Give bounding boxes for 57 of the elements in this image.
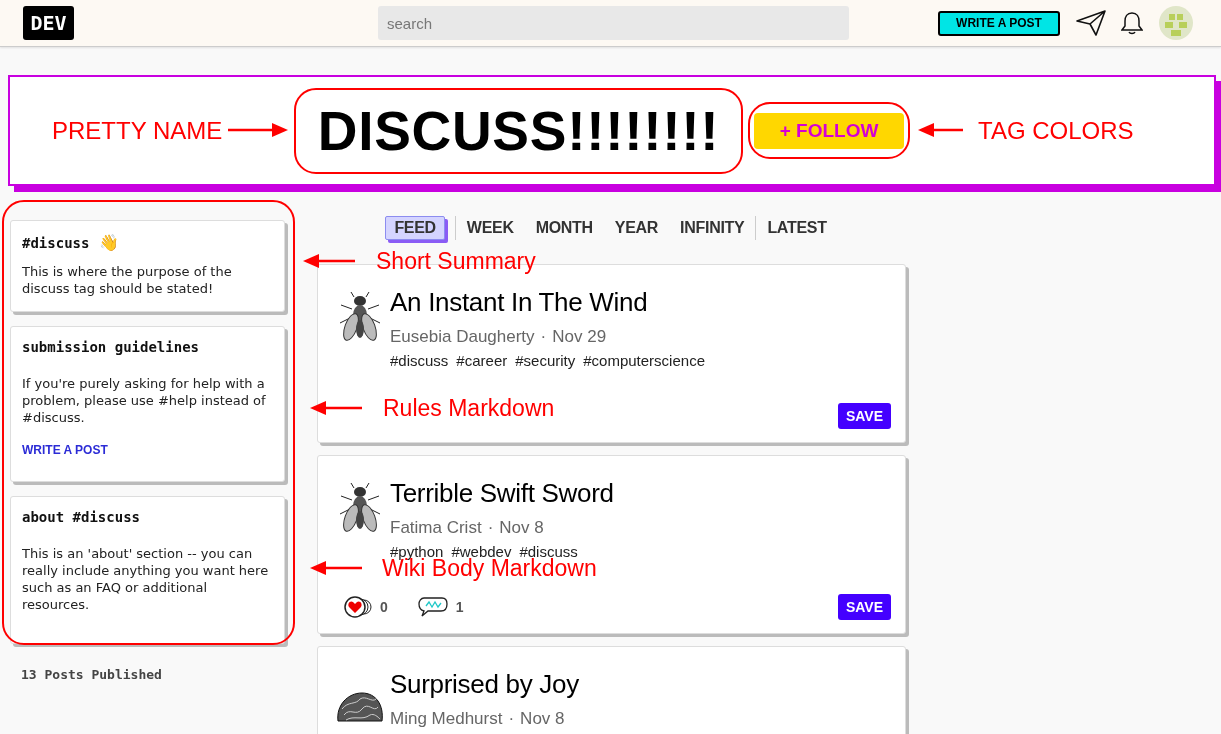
waving-hand-emoji: 👋 xyxy=(99,233,120,252)
post-title[interactable]: Surprised by Joy xyxy=(390,669,891,700)
save-button[interactable]: SAVE xyxy=(837,594,891,620)
post-date: Nov 29 xyxy=(552,327,607,347)
bell-icon[interactable] xyxy=(1121,11,1143,35)
card-body-text: If you're purely asking for help with a problem, please use #help instead of #discuss. xyxy=(22,375,267,426)
heart-reactions-icon[interactable] xyxy=(344,596,372,618)
card-heading: #discuss xyxy=(22,234,90,251)
post-title[interactable]: Terrible Swift Sword xyxy=(390,478,891,509)
post-title[interactable]: An Instant In The Wind xyxy=(390,287,891,318)
comment-icon[interactable] xyxy=(417,596,448,618)
annotation-label: Wiki Body Markdown xyxy=(382,557,597,580)
paper-plane-icon[interactable] xyxy=(1076,10,1106,36)
post-tag[interactable]: #computerscience xyxy=(583,352,705,369)
post-date: Nov 8 xyxy=(520,709,565,729)
feed-tab[interactable]: LATEST xyxy=(758,216,836,240)
feed-tab[interactable]: WEEK xyxy=(457,216,523,240)
card-heading: about #discuss xyxy=(22,509,140,525)
post-tag[interactable]: #discuss xyxy=(390,352,449,369)
card-heading: submission guidelines xyxy=(22,339,199,355)
tag-title: DISCUSS!!!!!!!! xyxy=(317,100,720,161)
card-body-text: This is an 'about' section -- you can really include anything you want here such as an FAQ or additional resources. xyxy=(22,545,270,613)
post-author[interactable]: Fatima Crist xyxy=(390,518,482,538)
dot-separator: · xyxy=(508,709,515,729)
post-author[interactable]: Ming Medhurst xyxy=(390,709,503,729)
annotation-arrow xyxy=(303,252,355,270)
posts-count: 13 Posts Published xyxy=(20,667,163,682)
post-date: Nov 8 xyxy=(499,518,544,538)
annotation-arrow xyxy=(228,121,288,139)
annotation-arrow xyxy=(310,559,362,577)
fly-drawing xyxy=(337,482,383,534)
annotation-arrow xyxy=(918,121,963,139)
feed-tab[interactable]: MONTH xyxy=(526,216,602,240)
annotation-label: TAG COLORS xyxy=(978,119,1134,143)
card-body-text: This is where the purpose of the discuss tag should be stated! xyxy=(22,263,233,297)
likes-count: 0 xyxy=(380,599,388,615)
annotation-label: PRETTY NAME xyxy=(52,119,223,143)
feed-tab[interactable]: YEAR xyxy=(605,216,668,240)
post-tag[interactable]: #career xyxy=(456,352,508,369)
fly-drawing xyxy=(337,291,383,343)
dot-separator: · xyxy=(540,327,547,347)
post-tag[interactable]: #python xyxy=(390,543,444,560)
feed-tab[interactable]: INFINITY xyxy=(671,216,754,240)
coral-drawing xyxy=(336,691,384,725)
search-field[interactable]: search xyxy=(378,6,849,40)
annotation-label: Short Summary xyxy=(376,250,536,273)
post-author[interactable]: Eusebia Daugherty xyxy=(390,327,535,347)
save-button[interactable]: SAVE xyxy=(837,403,891,429)
dot-separator: · xyxy=(487,518,494,538)
post-tag[interactable]: #security xyxy=(515,352,576,369)
annotation-label: Rules Markdown xyxy=(383,397,555,420)
write-post-link[interactable]: WRITE A POST xyxy=(22,443,108,457)
write-post-button[interactable]: WRITE A POST xyxy=(938,10,1060,36)
feed-tab[interactable]: FEED xyxy=(385,216,445,240)
comments-count: 1 xyxy=(455,599,464,615)
dev-logo[interactable]: DEV xyxy=(23,6,74,40)
annotation-arrow xyxy=(310,399,362,417)
